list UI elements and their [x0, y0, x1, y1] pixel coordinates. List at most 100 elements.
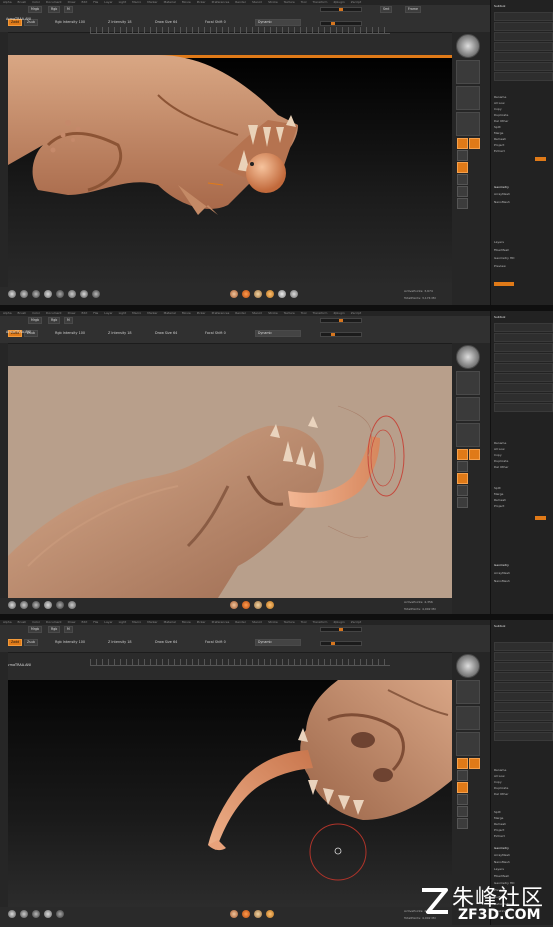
rgb-button[interactable]: Rgb — [48, 317, 61, 324]
tray-section-fibermesh[interactable]: FiberMesh — [494, 248, 551, 253]
subtool-slot[interactable] — [494, 662, 553, 671]
subtool-header[interactable]: Subtool — [494, 315, 551, 320]
zoom-icon[interactable] — [457, 186, 468, 197]
tray-section-arraymesh[interactable]: ArrayMesh — [494, 853, 551, 858]
move-mode-icon[interactable] — [469, 138, 480, 149]
tray-item-remesh[interactable]: Remesh — [494, 137, 551, 142]
m-button[interactable]: M — [64, 6, 73, 13]
subtool-slot[interactable] — [494, 373, 553, 382]
material-swatch[interactable] — [20, 910, 28, 918]
draw-polyframe-button[interactable]: Frame — [405, 6, 421, 13]
material-swatch[interactable] — [44, 910, 52, 918]
material-swatch-clay[interactable] — [230, 910, 238, 918]
subtool-slot[interactable] — [494, 722, 553, 731]
subtool-slot[interactable] — [494, 393, 553, 402]
brush-icon[interactable] — [456, 345, 480, 369]
texture-icon[interactable] — [456, 732, 480, 756]
material-swatch[interactable] — [80, 290, 88, 298]
tray-item-remesh[interactable]: Remesh — [494, 498, 551, 503]
rotate-button[interactable]: Smt — [380, 6, 393, 13]
subtool-slot[interactable] — [494, 672, 553, 681]
rgb-intensity-slider[interactable]: Rgb Intensity 100 — [55, 331, 85, 335]
material-swatch[interactable] — [56, 601, 64, 609]
dynamic-button[interactable]: Dynamic — [255, 19, 301, 26]
tray-section-layers[interactable]: Layers — [494, 240, 551, 245]
rgb-intensity-slider[interactable]: Rgb Intensity 100 — [55, 640, 85, 644]
subtool-slot[interactable] — [494, 732, 553, 741]
m-button[interactable]: M — [64, 626, 73, 633]
material-swatch-gold[interactable] — [266, 910, 274, 918]
tray-item-duplicate[interactable]: Duplicate — [494, 786, 551, 791]
material-swatch-gold[interactable] — [266, 290, 274, 298]
subtool-slot[interactable] — [494, 383, 553, 392]
tray-section-arraymesh[interactable]: ArrayMesh — [494, 571, 551, 576]
tray-item-copy[interactable]: Copy — [494, 107, 551, 112]
subtool-header[interactable]: Subtool — [494, 4, 551, 9]
tray-item-split[interactable]: Split — [494, 125, 551, 130]
tray-section-geometry[interactable]: Geometry — [494, 185, 551, 190]
material-swatch[interactable] — [20, 290, 28, 298]
material-swatch-skin[interactable] — [254, 910, 262, 918]
material-swatch[interactable] — [290, 290, 298, 298]
material-swatch[interactable] — [278, 290, 286, 298]
frame-icon[interactable] — [457, 485, 468, 496]
scale-mode-icon[interactable] — [457, 150, 468, 161]
tray-section-fibermesh[interactable]: FiberMesh — [494, 874, 551, 879]
material-swatch[interactable] — [44, 601, 52, 609]
material-swatch[interactable] — [32, 601, 40, 609]
subtool-header[interactable]: Subtool — [494, 624, 551, 629]
material-swatch[interactable] — [68, 290, 76, 298]
mrgb-button[interactable]: Mrgb — [28, 317, 43, 324]
material-swatch[interactable] — [8, 910, 16, 918]
subtool-slot[interactable] — [494, 363, 553, 372]
material-shelf[interactable]: ActivePoints: 4,356 TotalPoints: 4,002 M… — [0, 907, 452, 925]
scale-mode-icon[interactable] — [457, 770, 468, 781]
brush-icon[interactable] — [456, 34, 480, 58]
subtool-slot[interactable] — [494, 682, 553, 691]
tray-item-project[interactable]: Project — [494, 828, 551, 833]
move-mode-icon[interactable] — [469, 449, 480, 460]
viewport-canvas[interactable] — [8, 55, 452, 287]
material-shelf[interactable]: ActivePoints: 3,674 TotalPoints: 3,174 M… — [0, 287, 452, 305]
dynamic-button[interactable]: Dynamic — [255, 639, 301, 646]
material-swatch[interactable] — [20, 601, 28, 609]
tray-section-geometry[interactable]: Geometry — [494, 846, 551, 851]
frame-icon[interactable] — [457, 794, 468, 805]
subtool-slot[interactable] — [494, 343, 553, 352]
subtool-slot[interactable] — [494, 702, 553, 711]
move-mode-icon[interactable] — [469, 758, 480, 769]
tray-item-all-low[interactable]: All Low — [494, 447, 551, 452]
timeline-ruler[interactable] — [90, 659, 390, 666]
tray-section-layers[interactable]: Layers — [494, 867, 551, 872]
subtool-slot[interactable] — [494, 642, 553, 651]
material-swatch-gold[interactable] — [266, 601, 274, 609]
intensity-slider-bar[interactable] — [320, 627, 362, 632]
tray-item-split[interactable]: Split — [494, 810, 551, 815]
tray-item-extract[interactable]: Extract — [494, 149, 551, 154]
zadd-button[interactable]: Zadd — [8, 639, 23, 646]
draw-size-slider[interactable]: Draw Size 64 — [155, 331, 177, 335]
material-swatch[interactable] — [68, 601, 76, 609]
edit-icon[interactable] — [457, 782, 468, 793]
size-slider-bar[interactable] — [320, 21, 362, 26]
tray-section-nanomesh[interactable]: NanoMesh — [494, 200, 551, 205]
tray-item-duplicate[interactable]: Duplicate — [494, 459, 551, 464]
rgb-button[interactable]: Rgb — [48, 626, 61, 633]
frame-icon[interactable] — [457, 174, 468, 185]
tray-section-nanomesh[interactable]: NanoMesh — [494, 579, 551, 584]
tray-item-rename[interactable]: Rename — [494, 768, 551, 773]
tray-section-geometry-hd[interactable]: Geometry HD — [494, 256, 551, 261]
subtool-slot[interactable] — [494, 353, 553, 362]
viewport-canvas[interactable] — [8, 680, 452, 912]
focal-shift-slider[interactable]: Focal Shift 0 — [205, 20, 226, 24]
size-slider-bar[interactable] — [320, 641, 362, 646]
z-intensity-slider[interactable]: Z Intensity 18 — [108, 640, 132, 644]
subtool-slot[interactable] — [494, 323, 553, 332]
intensity-slider-bar[interactable] — [320, 7, 362, 12]
edit-icon[interactable] — [457, 473, 468, 484]
tray-item-del-other[interactable]: Del Other — [494, 465, 551, 470]
material-swatch[interactable] — [44, 290, 52, 298]
material-swatch[interactable] — [8, 290, 16, 298]
dynamesh-toggle[interactable] — [494, 282, 514, 286]
subtool-slot[interactable] — [494, 62, 553, 71]
